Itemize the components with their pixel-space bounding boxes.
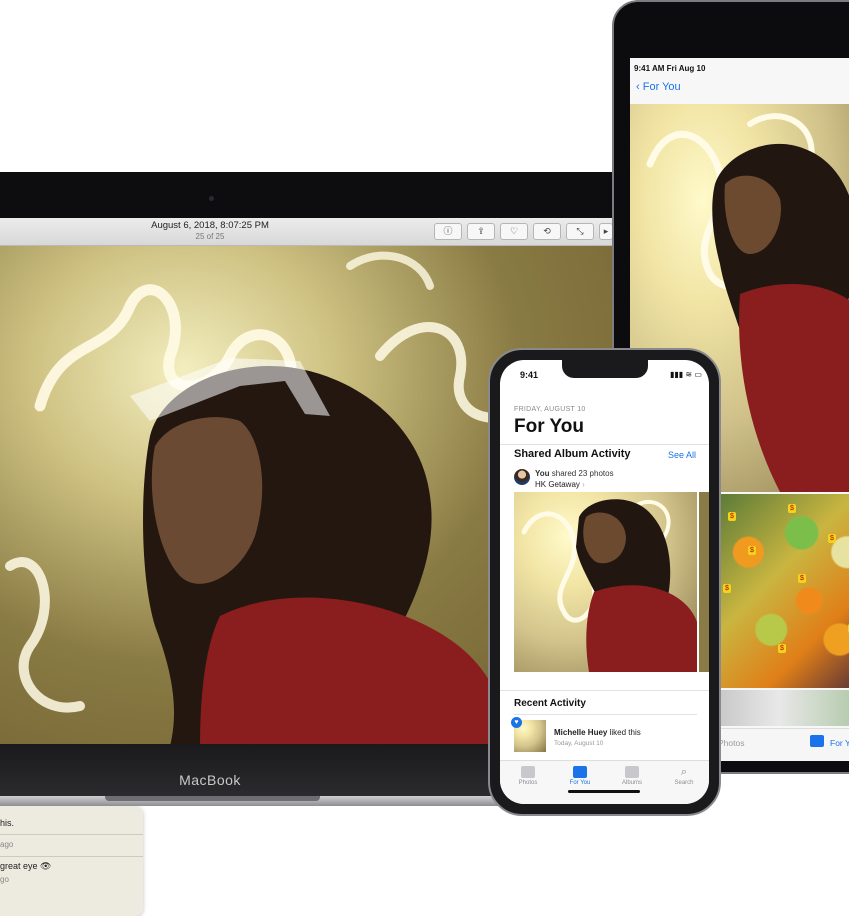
recent-action: liked this [609,728,641,737]
comment-time: go [0,875,9,884]
shared-user: You [535,469,550,478]
iphone-screen: 9:41 ▮▮▮ ≋ ▭ FRIDAY, AUGUST 10 For You S… [500,360,709,804]
edit-button[interactable]: ⤡ [566,223,594,240]
date-label: FRIDAY, AUGUST 10 [514,406,586,413]
heart-icon: ♡ [509,226,519,236]
photos-toolbar: August 6, 2018, 8:07:25 PM 25 of 25 ⓘ ⇪ … [0,218,613,246]
divider [500,690,709,691]
back-button[interactable]: ‹ For You [636,81,681,93]
shared-text: shared 23 photos [551,469,614,478]
iphone-notch [562,360,648,378]
like-badge-icon: ♥ [511,717,522,728]
tab-label: Albums [621,780,642,786]
album-name: HK Getaway [535,480,580,489]
share-button[interactable]: ⇪ [467,223,495,240]
thumbnail-strip[interactable] [718,690,849,726]
info-icon: ⓘ [443,226,453,236]
favorite-button[interactable]: ♡ [500,223,528,240]
tab-albums[interactable]: Albums [612,762,652,786]
info-button[interactable]: ⓘ [434,223,462,240]
home-indicator[interactable] [568,790,640,793]
tab-label: Search [674,780,694,786]
page-title: For You [514,416,585,437]
divider [500,444,709,445]
comment-text: great eye 👁 [0,861,52,871]
see-all-link[interactable]: See All [668,450,696,460]
photo-counter: 25 of 25 [195,232,225,241]
tab-label: For You [569,780,591,786]
comment-item: his. [0,806,143,835]
search-icon: ⌕ [680,766,688,778]
tab-for-you[interactable]: For Y [830,738,849,748]
comment-time: ago [0,840,14,849]
macbook-brand: MacBook [179,772,241,788]
comments-panel: his. ago great eye 👁 go [0,806,143,916]
chevron-left-icon: ‹ [636,81,640,93]
share-icon: ⇪ [477,226,485,236]
back-label: For You [642,81,681,93]
photo-title: August 6, 2018, 8:07:25 PM [151,220,269,231]
section-title: Shared Album Activity [514,448,631,460]
shared-activity: You shared 23 photos [535,469,614,478]
rotate-icon: ⟲ [543,226,551,236]
recent-activity-title: Recent Activity [514,698,586,709]
tab-for-you[interactable]: For You [560,762,600,786]
comment-item: ago [0,834,143,857]
album-link[interactable]: HK Getaway › [535,480,585,489]
price-tags: $$ $$ $$ $$ [718,494,849,688]
tab-photos[interactable]: Photos [718,738,744,748]
camera-icon [209,196,214,201]
edit-icon: ⤡ [576,226,584,236]
slideshow-button[interactable]: ▸ [599,223,613,240]
divider [514,714,697,715]
comment-item: great eye 👁 go [0,858,143,908]
tab-search[interactable]: ⌕ Search [664,762,704,786]
shared-photo[interactable] [514,492,697,672]
ipad-status-time: 9:41 AM Fri Aug 10 [634,64,706,73]
iphone-status-time: 9:41 [520,370,539,380]
rotate-button[interactable]: ⟲ [533,223,561,240]
iphone: 9:41 ▮▮▮ ≋ ▭ FRIDAY, AUGUST 10 For You S… [488,348,721,816]
tab-photos[interactable]: Photos [508,762,548,786]
person-silhouette [576,499,697,672]
tab-label: Photos [518,780,538,786]
for-you-tab-icon [573,766,587,778]
avatar [514,469,530,485]
chevron-right-icon: › [582,480,585,489]
photos-tab-icon [521,766,535,778]
recent-activity-text: Michelle Huey liked this [554,728,641,737]
albums-tab-icon [625,766,639,778]
for-you-tab-icon [810,735,824,747]
status-icons: ▮▮▮ ≋ ▭ [670,370,702,379]
next-photo-peek[interactable] [699,492,709,672]
slideshow-icon: ▸ [603,226,609,236]
comment-text: his. [0,818,15,828]
recent-user: Michelle Huey [554,728,608,737]
recent-time: Today, August 10 [554,740,604,747]
macbook-hinge-notch [105,796,320,801]
